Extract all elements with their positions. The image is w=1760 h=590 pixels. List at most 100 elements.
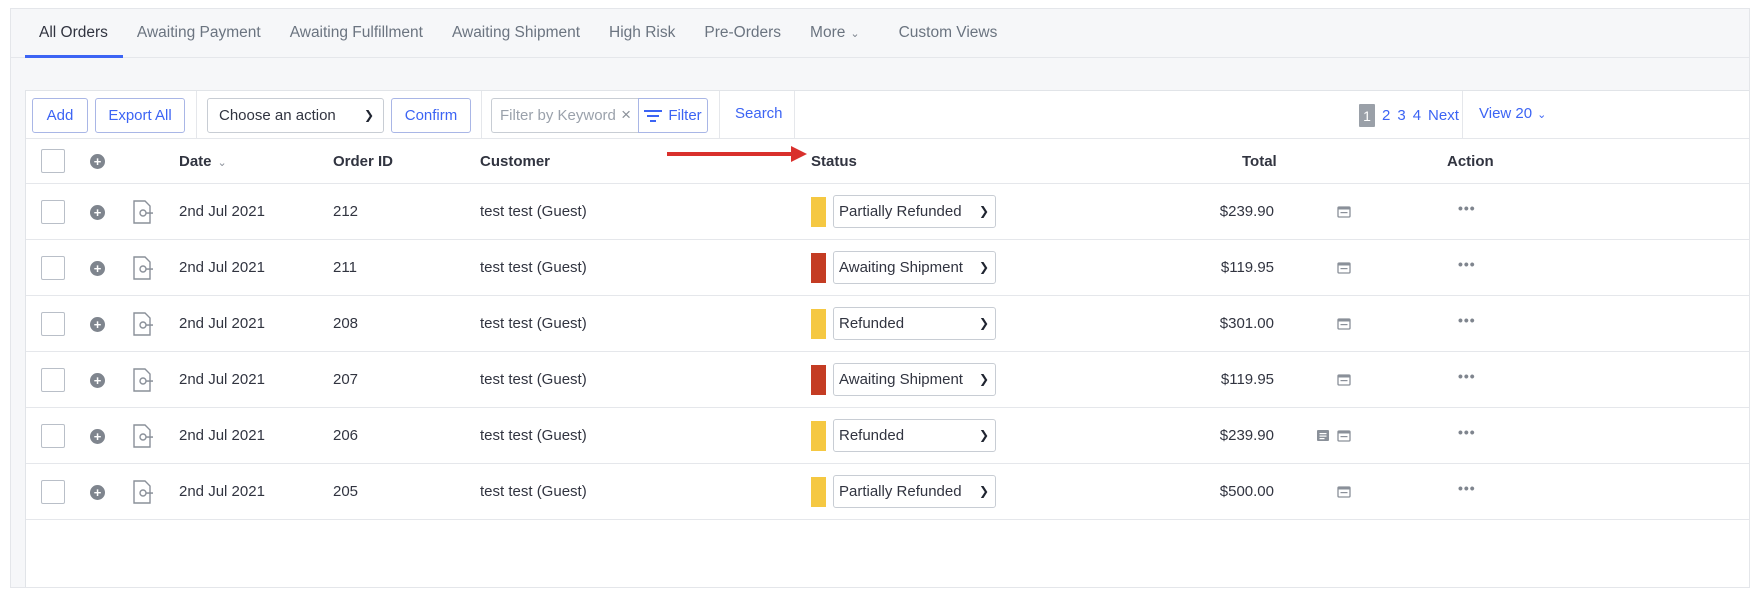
row-checkbox[interactable] [41, 480, 65, 504]
tab-high-risk[interactable]: High Risk [595, 9, 690, 57]
status-color-swatch [811, 197, 826, 227]
more-actions-icon[interactable]: ••• [1458, 312, 1476, 328]
status-select[interactable]: Refunded ❯ [833, 307, 996, 340]
export-all-button[interactable]: Export All [95, 98, 185, 133]
order-id: 206 [333, 427, 359, 444]
order-date: 2nd Jul 2021 [179, 483, 265, 500]
status-color-swatch [811, 477, 826, 507]
status-color-swatch [811, 253, 826, 283]
tab-pre-orders[interactable]: Pre-Orders [690, 9, 796, 57]
confirm-button[interactable]: Confirm [391, 98, 471, 133]
chevron-down-icon: ⌄ [1537, 109, 1547, 121]
order-customer: test test (Guest) [480, 259, 587, 276]
tab-more[interactable]: More ⌄ [796, 9, 875, 57]
expand-row-icon[interactable]: + [90, 373, 105, 388]
tab-label: All Orders [39, 24, 108, 41]
tab-awaiting-fulfillment[interactable]: Awaiting Fulfillment [276, 9, 438, 57]
red-arrow-annotation [667, 146, 807, 162]
expand-row-icon[interactable]: + [90, 261, 105, 276]
order-date: 2nd Jul 2021 [179, 259, 265, 276]
more-actions-icon[interactable]: ••• [1458, 480, 1476, 496]
page-link[interactable]: 2 [1382, 107, 1390, 124]
more-actions-icon[interactable]: ••• [1458, 424, 1476, 440]
more-actions-icon[interactable]: ••• [1458, 200, 1476, 216]
divider [719, 91, 720, 139]
view-count-select[interactable]: View 20 ⌄ [1479, 105, 1546, 122]
status-select-value: Partially Refunded [839, 203, 962, 220]
status-color-swatch [811, 421, 826, 451]
expand-row-icon[interactable]: + [90, 429, 105, 444]
calendar-icon[interactable] [1337, 485, 1351, 498]
page-link[interactable]: 3 [1397, 107, 1405, 124]
order-document-icon[interactable] [133, 424, 153, 448]
order-id: 205 [333, 483, 359, 500]
calendar-icon[interactable] [1337, 317, 1351, 330]
expand-row-icon[interactable]: + [90, 205, 105, 220]
calendar-icon[interactable] [1337, 261, 1351, 274]
order-total: $239.90 [1219, 203, 1274, 220]
table-row: +2nd Jul 2021 212 test test (Guest) Partial… [26, 184, 1749, 240]
chevron-down-icon: ❯ [978, 372, 989, 386]
tab-awaiting-shipment[interactable]: Awaiting Shipment [438, 9, 595, 57]
tab-awaiting-payment[interactable]: Awaiting Payment [123, 9, 276, 57]
expand-row-icon[interactable]: + [90, 485, 105, 500]
chevron-down-icon: ❯ [978, 428, 989, 442]
calendar-icon[interactable] [1337, 205, 1351, 218]
status-select-value: Refunded [839, 427, 905, 444]
divider [1462, 91, 1463, 139]
add-button[interactable]: Add [32, 98, 88, 133]
row-checkbox[interactable] [41, 424, 65, 448]
order-total: $119.95 [1220, 259, 1274, 276]
divider [794, 91, 795, 139]
status-select[interactable]: Refunded ❯ [833, 419, 996, 452]
next-page-link[interactable]: Next [1428, 107, 1459, 124]
more-actions-icon[interactable]: ••• [1458, 256, 1476, 272]
status-select[interactable]: Partially Refunded ❯ [833, 475, 996, 508]
order-document-icon[interactable] [133, 480, 153, 504]
status-select-value: Partially Refunded [839, 483, 962, 500]
table-row: +2nd Jul 2021 206 test test (Guest) Refunde… [26, 408, 1749, 464]
more-actions-icon[interactable]: ••• [1458, 368, 1476, 384]
row-checkbox[interactable] [41, 200, 65, 224]
expand-all-icon[interactable]: + [90, 154, 105, 169]
keyword-filter-input[interactable]: Filter by Keyword × [491, 98, 639, 133]
tab-custom-views[interactable]: Custom Views [885, 9, 1013, 57]
status-color-swatch [811, 365, 826, 395]
tab-label: Awaiting Fulfillment [289, 24, 423, 41]
order-document-icon[interactable] [133, 312, 153, 336]
order-total: $119.95 [1220, 371, 1274, 388]
order-date: 2nd Jul 2021 [179, 315, 265, 332]
chevron-down-icon: ⌄ [217, 157, 227, 169]
select-all-checkbox[interactable] [41, 149, 65, 173]
order-document-icon[interactable] [133, 200, 153, 224]
action-select[interactable]: Choose an action ❯ [207, 98, 384, 133]
tab-all-orders[interactable]: All Orders [25, 9, 123, 58]
pagination: 1 2 3 4 Next [1359, 104, 1459, 127]
search-link[interactable]: Search [735, 105, 783, 122]
row-checkbox[interactable] [41, 256, 65, 280]
close-icon[interactable]: × [621, 105, 631, 125]
expand-row-icon[interactable]: + [90, 317, 105, 332]
row-checkbox[interactable] [41, 368, 65, 392]
page-current: 1 [1359, 104, 1375, 127]
column-date[interactable]: Date ⌄ [179, 153, 227, 170]
page-link[interactable]: 4 [1413, 107, 1421, 124]
calendar-icon[interactable] [1337, 429, 1351, 442]
chevron-down-icon: ❯ [978, 260, 989, 274]
order-document-icon[interactable] [133, 256, 153, 280]
calendar-icon[interactable] [1337, 373, 1351, 386]
column-action: Action [1447, 153, 1494, 170]
status-select[interactable]: Awaiting Shipment ❯ [833, 363, 996, 396]
tab-label: High Risk [609, 24, 676, 41]
order-document-icon[interactable] [133, 368, 153, 392]
column-order-id: Order ID [333, 153, 394, 170]
row-checkbox[interactable] [41, 312, 65, 336]
notes-icon[interactable] [1316, 429, 1330, 442]
filter-button[interactable]: Filter [638, 98, 708, 133]
table-row: +2nd Jul 2021 207 test test (Guest) Awaitin… [26, 352, 1749, 408]
status-select-value: Awaiting Shipment [839, 259, 963, 276]
column-customer: Customer [480, 153, 551, 170]
status-select[interactable]: Awaiting Shipment ❯ [833, 251, 996, 284]
status-select[interactable]: Partially Refunded ❯ [833, 195, 996, 228]
column-total: Total [1242, 153, 1277, 170]
